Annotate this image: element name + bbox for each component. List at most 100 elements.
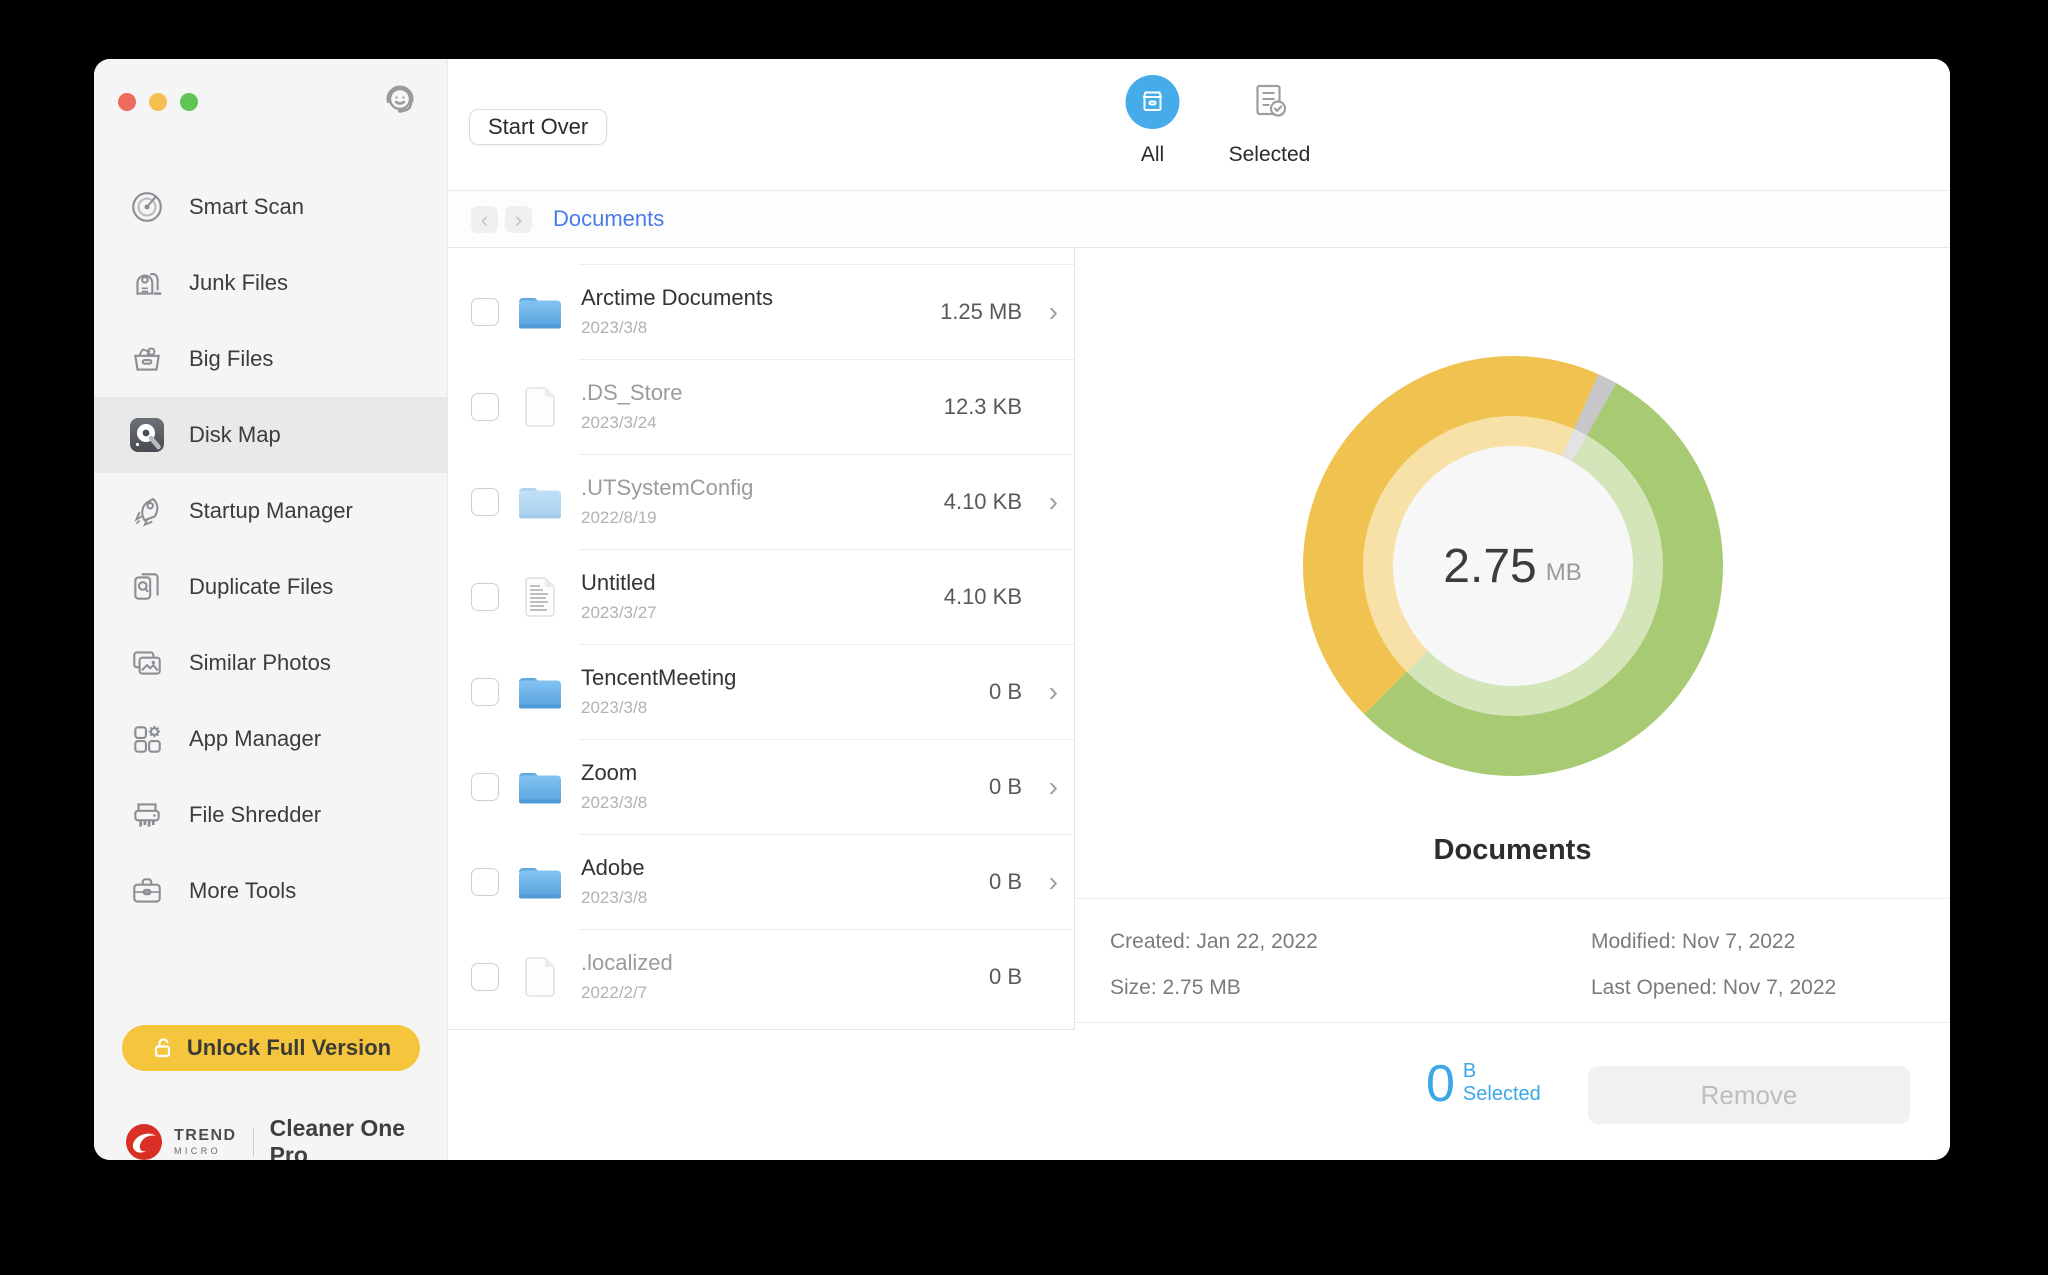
sidebar-item-label: File Shredder [189, 802, 321, 828]
folder-icon [515, 766, 565, 808]
file-name: .UTSystemConfig [581, 475, 753, 501]
selected-size-indicator: 0 B Selected [1426, 1058, 1541, 1110]
sidebar-nav: Smart Scan Junk Files [94, 169, 447, 929]
list-item[interactable]: Adobe 2023/3/8 0 B › [448, 834, 1074, 929]
file-size: 12.3 KB [944, 394, 1022, 420]
row-checkbox[interactable] [471, 963, 499, 991]
file-size: 0 B [989, 679, 1022, 705]
folder-icon [515, 861, 565, 903]
breadcrumb[interactable]: Documents [553, 206, 664, 232]
list-item[interactable]: .DS_Store 2023/3/24 12.3 KB › [448, 359, 1074, 454]
remove-button[interactable]: Remove [1588, 1066, 1910, 1124]
chevron-right-icon[interactable]: › [1022, 296, 1058, 328]
main-area: Start Over All [448, 59, 1950, 1160]
sidebar-item-label: App Manager [189, 726, 321, 752]
chevron-right-icon[interactable]: › [1022, 866, 1058, 898]
app-grid-gear-icon [127, 719, 167, 759]
list-item[interactable]: TencentMeeting 2023/3/8 0 B › [448, 644, 1074, 739]
list-item[interactable]: Arctime Documents 2023/3/8 1.25 MB › [448, 264, 1074, 359]
disk-magnifier-icon [127, 415, 167, 455]
sidebar-item-app-manager[interactable]: App Manager [94, 701, 447, 777]
folder-details: Created: Jan 22, 2022 Modified: Nov 7, 2… [1075, 898, 1950, 1023]
start-over-button[interactable]: Start Over [469, 109, 607, 145]
chevron-right-icon[interactable]: › [1022, 771, 1058, 803]
row-checkbox[interactable] [471, 868, 499, 896]
sidebar-item-file-shredder[interactable]: File Shredder [94, 777, 447, 853]
view-tabs: All [1103, 73, 1320, 167]
file-date: 2022/2/7 [581, 983, 673, 1003]
duplicate-files-icon [127, 567, 167, 607]
sidebar-item-label: Disk Map [189, 422, 281, 448]
sidebar-item-disk-map[interactable]: Disk Map [94, 397, 447, 473]
trend-micro-logo [124, 1122, 164, 1160]
minimize-window-button[interactable] [149, 93, 167, 111]
file-size: 0 B [989, 869, 1022, 895]
zoom-window-button[interactable] [180, 93, 198, 111]
product-name: Cleaner One Pro [270, 1115, 447, 1160]
sidebar-item-junk-files[interactable]: Junk Files [94, 245, 447, 321]
tab-all[interactable]: All [1103, 73, 1203, 167]
selected-size-unit: B [1463, 1060, 1541, 1083]
trend-micro-wordmark: TRENDMICRO [174, 1128, 237, 1156]
list-item[interactable]: .UTSystemConfig 2022/8/19 4.10 KB › [448, 454, 1074, 549]
file-name: Arctime Documents [581, 285, 773, 311]
selected-label: Selected [1463, 1083, 1541, 1106]
brand-footer: TRENDMICRO Cleaner One Pro [124, 1115, 447, 1160]
radar-icon [127, 187, 167, 227]
last-opened-date: Last Opened: Nov 7, 2022 [1591, 965, 1950, 1011]
folder-faded-icon [515, 481, 565, 523]
sidebar-item-label: Junk Files [189, 270, 288, 296]
sidebar-item-big-files[interactable]: Big Files [94, 321, 447, 397]
toolbar: Start Over All [448, 59, 1950, 191]
rocket-icon [127, 491, 167, 531]
forward-button[interactable]: › [505, 206, 532, 233]
footer-bar: 0 B Selected Remove [448, 1030, 1950, 1160]
sidebar-item-label: Smart Scan [189, 194, 304, 220]
total-size-value: 2.75 [1443, 539, 1536, 594]
donut-center: 2.75 MB [1393, 446, 1633, 686]
support-headset-smiley-icon[interactable] [383, 83, 417, 117]
sidebar-item-similar-photos[interactable]: Similar Photos [94, 625, 447, 701]
selected-size-value: 0 [1426, 1058, 1455, 1110]
unlock-full-version-button[interactable]: Unlock Full Version [122, 1025, 420, 1071]
list-item[interactable]: Untitled 2023/3/27 4.10 KB › [448, 549, 1074, 644]
folder-size: Size: 2.75 MB [1110, 965, 1591, 1011]
row-checkbox[interactable] [471, 488, 499, 516]
file-date: 2023/3/24 [581, 413, 683, 433]
unlock-padlock-icon [151, 1036, 175, 1060]
file-icon [515, 386, 565, 428]
row-checkbox[interactable] [471, 583, 499, 611]
file-name: Adobe [581, 855, 647, 881]
detail-pane: 2.75 MB Documents Created: Jan 22, 2022 … [1075, 248, 1950, 1030]
sidebar-item-duplicate-files[interactable]: Duplicate Files [94, 549, 447, 625]
file-name: .localized [581, 950, 673, 976]
sidebar-item-more-tools[interactable]: More Tools [94, 853, 447, 929]
file-name: .DS_Store [581, 380, 683, 406]
sidebar-item-startup-manager[interactable]: Startup Manager [94, 473, 447, 549]
sidebar-item-label: More Tools [189, 878, 296, 904]
file-date: 2023/3/8 [581, 318, 773, 338]
tab-selected[interactable]: Selected [1220, 73, 1320, 167]
row-checkbox[interactable] [471, 393, 499, 421]
row-checkbox[interactable] [471, 678, 499, 706]
back-button[interactable]: ‹ [471, 206, 498, 233]
file-list[interactable]: Arctime Documents 2023/3/8 1.25 MB › [448, 248, 1075, 1030]
close-window-button[interactable] [118, 93, 136, 111]
file-date: 2023/3/8 [581, 698, 736, 718]
row-checkbox[interactable] [471, 773, 499, 801]
row-checkbox[interactable] [471, 298, 499, 326]
list-item[interactable]: .localized 2022/2/7 0 B › [448, 929, 1074, 1024]
folder-icon [515, 671, 565, 713]
disk-usage-donut-chart: 2.75 MB [1303, 356, 1723, 776]
app-window: Smart Scan Junk Files [94, 59, 1950, 1160]
sidebar-item-label: Similar Photos [189, 650, 331, 676]
list-item[interactable]: Zoom 2023/3/8 0 B › [448, 739, 1074, 834]
chevron-right-icon[interactable]: › [1022, 486, 1058, 518]
sidebar-item-label: Duplicate Files [189, 574, 333, 600]
sidebar-item-smart-scan[interactable]: Smart Scan [94, 169, 447, 245]
chevron-right-icon[interactable]: › [1022, 676, 1058, 708]
selected-folder-title: Documents [1075, 834, 1950, 867]
file-name: Untitled [581, 570, 657, 596]
created-date: Created: Jan 22, 2022 [1110, 919, 1591, 965]
shredder-icon [127, 795, 167, 835]
